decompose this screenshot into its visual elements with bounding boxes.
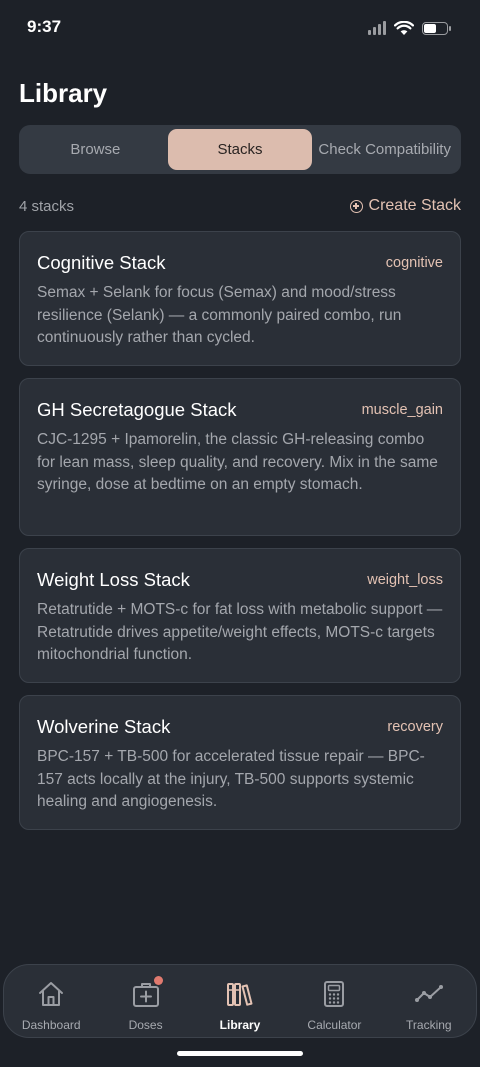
tab-label: Calculator (307, 1018, 362, 1032)
tab-doses[interactable]: Doses (98, 965, 192, 1037)
plus-circle-icon (349, 199, 363, 213)
home-indicator (177, 1051, 303, 1056)
stack-tag: cognitive (385, 255, 443, 271)
stack-card-cognitive[interactable]: Cognitive Stack cognitive Semax + Selank… (19, 231, 461, 366)
tab-dashboard[interactable]: Dashboard (4, 965, 98, 1037)
tab-tracking[interactable]: Tracking (382, 965, 476, 1037)
stack-card-gh-secretagogue[interactable]: GH Secretagogue Stack muscle_gain CJC-12… (19, 378, 461, 536)
stack-tag: recovery (387, 719, 443, 735)
stack-title: Wolverine Stack (37, 716, 171, 737)
stack-tag: muscle_gain (361, 402, 443, 418)
stack-title: Cognitive Stack (37, 252, 166, 273)
stack-description: Retatrutide + MOTS-c for fat loss with m… (37, 601, 443, 663)
stack-count: 4 stacks (19, 197, 75, 215)
cellular-signal-icon (368, 21, 386, 35)
battery-icon (422, 21, 451, 35)
home-icon (36, 979, 66, 1009)
segment-stacks[interactable]: Stacks (167, 129, 313, 170)
stack-card-weight-loss[interactable]: Weight Loss Stack weight_loss Retatrutid… (19, 548, 461, 683)
tab-calculator[interactable]: Calculator (287, 965, 381, 1037)
status-time: 9:37 (27, 17, 62, 36)
medical-kit-icon (131, 976, 163, 1009)
tab-label: Library (219, 1018, 261, 1032)
stack-card-wolverine[interactable]: Wolverine Stack recovery BPC-157 + TB-50… (19, 695, 461, 830)
wifi-icon (394, 20, 414, 35)
stack-title: Weight Loss Stack (37, 569, 190, 590)
status-icons (368, 18, 451, 38)
tab-label: Tracking (406, 1018, 452, 1032)
notification-badge (153, 976, 163, 985)
tab-label: Dashboard (21, 1018, 81, 1032)
tab-label: Doses (128, 1018, 163, 1032)
segment-browse[interactable]: Browse (23, 129, 168, 170)
stack-tag: weight_loss (367, 572, 443, 588)
calculator-icon (319, 979, 349, 1009)
library-segmented-control: Browse Stacks Check Compatibility (19, 125, 461, 174)
segment-check-compatibility[interactable]: Check Compatibility (312, 129, 457, 170)
bottom-tab-bar: Dashboard Doses Library Calculator Track… (3, 964, 477, 1038)
library-icon (225, 979, 255, 1009)
list-header: 4 stacks Create Stack (19, 194, 461, 218)
tab-library[interactable]: Library (193, 965, 287, 1037)
page-title: Library (19, 78, 108, 108)
stack-description: Semax + Selank for focus (Semax) and moo… (37, 284, 402, 346)
status-bar: 9:37 (0, 0, 480, 56)
stack-title: GH Secretagogue Stack (37, 399, 237, 420)
stack-description: CJC-1295 + Ipamorelin, the classic GH-re… (37, 431, 438, 493)
stack-description: BPC-157 + TB-500 for accelerated tissue … (37, 748, 425, 810)
trend-line-icon (414, 979, 444, 1009)
create-stack-label: Create Stack (368, 197, 461, 214)
create-stack-button[interactable]: Create Stack (349, 197, 461, 215)
